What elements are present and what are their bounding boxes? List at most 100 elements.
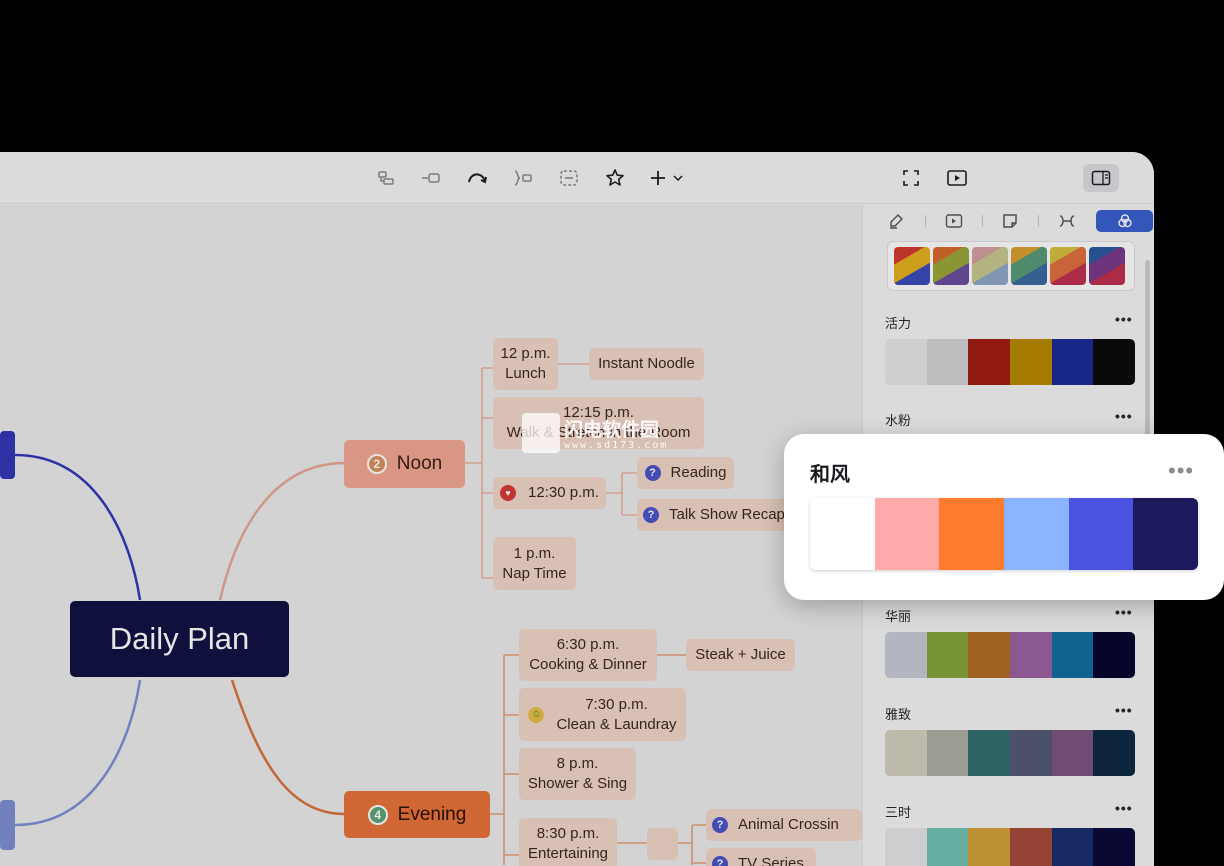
- topic-icon[interactable]: [420, 164, 442, 192]
- color-swatch: [1010, 339, 1052, 385]
- left-branch-top[interactable]: [0, 431, 15, 479]
- color-swatch: [968, 828, 1011, 866]
- panel-tabs: [863, 205, 1154, 235]
- theme-name: 华丽: [885, 609, 912, 624]
- cooking-label: Cooking & Dinner: [529, 656, 647, 673]
- animal-crossing-label: Animal Crossin: [738, 816, 839, 833]
- map-icon[interactable]: [1054, 210, 1080, 232]
- panel-toggle-icon[interactable]: [1083, 164, 1119, 192]
- color-swatch: [1051, 730, 1094, 776]
- fit-icon[interactable]: [900, 164, 922, 192]
- subtopic-instant-noodle[interactable]: Instant Noodle: [589, 348, 704, 380]
- question-icon: ?: [712, 856, 728, 866]
- subtopic-animal-crossing[interactable]: ? Animal Crossin: [706, 809, 862, 841]
- color-swatch: [885, 339, 927, 385]
- number-badge-icon: 4: [367, 804, 388, 825]
- subtopic-1230[interactable]: ♥ 12:30 p.m.: [493, 477, 606, 509]
- rainbow-swatch[interactable]: [894, 247, 930, 285]
- subtopic-shower[interactable]: 8 p.m. Shower & Sing: [519, 748, 636, 800]
- theme-name: 三时: [885, 805, 912, 820]
- theme-icon[interactable]: [1096, 210, 1153, 232]
- theme-palette-gorgeous[interactable]: [885, 632, 1135, 678]
- color-swatch: [939, 498, 1005, 570]
- subtopic-nap[interactable]: 1 p.m. Nap Time: [493, 537, 576, 590]
- color-swatch: [885, 730, 927, 776]
- entertaining-time: 8:30 p.m.: [536, 825, 600, 842]
- color-swatch: [926, 730, 969, 776]
- subtopic-tv-series[interactable]: ? TV Series: [706, 848, 816, 866]
- color-swatch: [885, 828, 927, 866]
- steak-label: Steak + Juice: [695, 646, 786, 663]
- watermark: 闪电软件园 www.sd173.com: [522, 413, 694, 455]
- pitch-icon[interactable]: [941, 210, 967, 232]
- shower-label: Shower & Sing: [527, 775, 628, 792]
- style-icon[interactable]: [883, 210, 909, 232]
- root-topic[interactable]: Daily Plan: [70, 601, 289, 677]
- panel-scrollbar[interactable]: [1145, 260, 1150, 445]
- left-branch-bottom[interactable]: [0, 800, 15, 850]
- subtopic-entertaining[interactable]: 8:30 p.m. Entertaining: [519, 818, 617, 866]
- theme-palette-wafu[interactable]: [810, 498, 1198, 570]
- theme-palette-elegant[interactable]: [885, 730, 1135, 776]
- color-swatch: [926, 339, 969, 385]
- more-icon[interactable]: •••: [1115, 311, 1133, 327]
- more-icon[interactable]: •••: [1115, 800, 1133, 816]
- theme-name: 活力: [885, 316, 912, 331]
- present-icon[interactable]: [945, 164, 969, 192]
- watermark-url: www.sd173.com: [564, 440, 669, 451]
- rainbow-swatch[interactable]: [933, 247, 969, 285]
- color-swatch: [926, 632, 969, 678]
- reading-label: Reading: [670, 464, 727, 481]
- subtopic-cooking[interactable]: 6:30 p.m. Cooking & Dinner: [519, 629, 657, 681]
- question-icon: ?: [643, 507, 659, 523]
- toolbar: [0, 152, 1154, 204]
- color-swatch: [968, 339, 1011, 385]
- subtopic-reading[interactable]: ? Reading: [637, 457, 734, 489]
- rainbow-swatch[interactable]: [972, 247, 1008, 285]
- question-icon: ?: [712, 817, 728, 833]
- tv-series-label: TV Series: [738, 855, 804, 866]
- color-swatch: [874, 498, 940, 570]
- heart-icon: ♥: [500, 485, 517, 501]
- subtopic-steak[interactable]: Steak + Juice: [686, 639, 795, 671]
- relationship-icon[interactable]: [465, 164, 489, 192]
- clean-label: Clean & Laundray: [556, 715, 677, 733]
- more-icon[interactable]: •••: [1115, 408, 1133, 424]
- more-icon[interactable]: •••: [1115, 702, 1133, 718]
- color-swatch: [1133, 498, 1198, 570]
- theme-palette-vital[interactable]: [885, 339, 1135, 385]
- connector-lines: [14, 363, 706, 865]
- theme-preview-card[interactable]: 和风 •••: [784, 434, 1224, 600]
- color-swatch: [1093, 730, 1135, 776]
- boundary-icon[interactable]: [558, 164, 580, 192]
- insert-icon[interactable]: [646, 164, 686, 192]
- mindmap-canvas[interactable]: Daily Plan 2 Noon 12 p.m. Lunch Instant …: [0, 205, 862, 866]
- subtopic-lunch[interactable]: 12 p.m. Lunch: [493, 338, 558, 390]
- emoji-icon: ☺: [528, 706, 545, 723]
- color-swatch: [926, 828, 969, 866]
- color-swatch: [1004, 498, 1069, 570]
- rainbow-swatch[interactable]: [1050, 247, 1086, 285]
- rainbow-swatch[interactable]: [1011, 247, 1047, 285]
- time-1230-label: 12:30 p.m.: [528, 484, 599, 501]
- question-icon: ?: [644, 465, 661, 481]
- rainbow-swatch[interactable]: [1089, 247, 1125, 285]
- subtopic-talk-show[interactable]: ? Talk Show Recap: [637, 499, 797, 531]
- theme-palette-sanshi[interactable]: [885, 828, 1135, 866]
- more-icon[interactable]: •••: [1168, 458, 1194, 484]
- topic-evening[interactable]: 4 Evening: [344, 791, 490, 838]
- lunch-time: 12 p.m.: [500, 345, 551, 362]
- note-icon[interactable]: [997, 210, 1023, 232]
- summary-icon[interactable]: [511, 164, 533, 192]
- instant-noodle-label: Instant Noodle: [598, 355, 695, 372]
- watermark-logo-icon: [522, 413, 560, 453]
- subtopic-icon[interactable]: [375, 164, 397, 192]
- more-icon[interactable]: •••: [1115, 604, 1133, 620]
- subtopic-clean[interactable]: ☺ 7:30 p.m. Clean & Laundray: [519, 688, 686, 741]
- topic-noon[interactable]: 2 Noon: [344, 440, 465, 488]
- color-swatch: [1093, 339, 1135, 385]
- root-label: Daily Plan: [109, 621, 250, 656]
- star-icon[interactable]: [604, 164, 626, 192]
- subtopic-empty[interactable]: [647, 828, 678, 860]
- number-badge-icon: 2: [366, 454, 387, 474]
